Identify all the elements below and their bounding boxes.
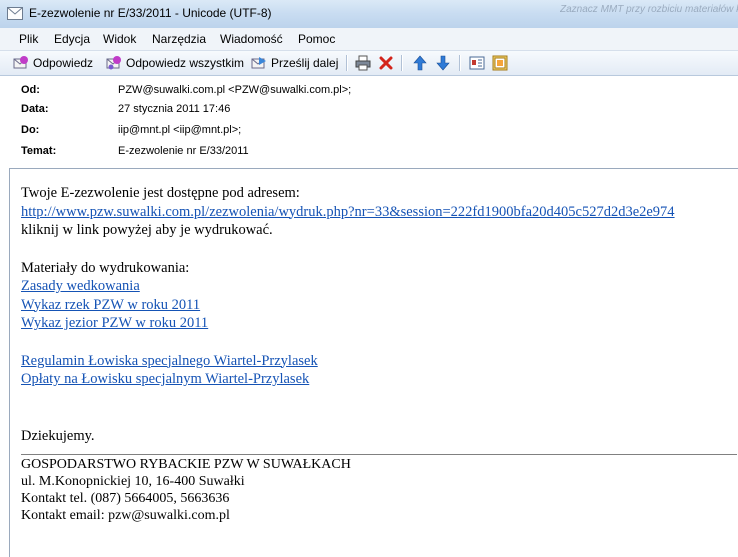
- intro-text: Twoje E-zezwolenie jest dostępne pod adr…: [21, 185, 300, 201]
- menu-message[interactable]: Wiadomość: [220, 32, 283, 46]
- menu-file[interactable]: Plik: [19, 32, 38, 46]
- forward-label: Prześlij dalej: [271, 56, 339, 70]
- address-book-icon[interactable]: [469, 55, 485, 71]
- subject-label: Temat:: [21, 145, 57, 157]
- encoding-icon[interactable]: [492, 55, 508, 71]
- signature-block: GOSPODARSTWO RYBACKIE PZW W SUWAŁKACH ul…: [21, 454, 737, 524]
- next-message-icon[interactable]: [435, 55, 451, 71]
- message-body: Twoje E-zezwolenie jest dostępne pod adr…: [21, 184, 737, 524]
- subject-value: E-zezwolenie nr E/33/2011: [118, 145, 249, 157]
- date-label: Data:: [21, 103, 49, 115]
- menu-bar: Plik Edycja Widok Narzędzia Wiadomość Po…: [0, 28, 738, 51]
- instruction-text: kliknij w link powyżej aby je wydrukować…: [21, 222, 273, 238]
- reply-all-button[interactable]: Odpowiedz wszystkim: [106, 54, 244, 72]
- reply-all-label: Odpowiedz wszystkim: [126, 56, 245, 70]
- link-special-fishery-regulations[interactable]: Regulamin Łowiska specjalnego Wiartel-Pr…: [21, 352, 736, 371]
- window-title: E-zezwolenie nr E/33/2011 - Unicode (UTF…: [29, 6, 272, 20]
- toolbar-separator: [459, 55, 461, 71]
- forward-button[interactable]: Prześlij dalej: [251, 54, 338, 72]
- reply-icon: [13, 56, 28, 69]
- permit-link[interactable]: http://www.pzw.suwalki.com.pl/zezwolenia…: [21, 203, 736, 222]
- materials-heading: Materiały do wydrukowania:: [21, 259, 190, 276]
- from-label: Od:: [21, 84, 40, 96]
- signature-line: ul. M.Konopnickiej 10, 16-400 Suwałki: [21, 474, 245, 489]
- reply-label: Odpowiedz: [33, 56, 94, 70]
- menu-tools[interactable]: Narzędzia: [152, 32, 206, 46]
- title-bar: E-zezwolenie nr E/33/2011 - Unicode (UTF…: [0, 0, 738, 29]
- signature-line: GOSPODARSTWO RYBACKIE PZW W SUWAŁKACH: [21, 457, 351, 472]
- menu-view[interactable]: Widok: [103, 32, 136, 46]
- to-label: Do:: [21, 124, 40, 136]
- menu-help[interactable]: Pomoc: [298, 32, 335, 46]
- to-value[interactable]: iip@mnt.pl <iip@mnt.pl>;: [118, 124, 241, 136]
- toolbar-separator: [401, 55, 403, 71]
- link-rivers-list[interactable]: Wykaz rzek PZW w roku 2011: [21, 296, 736, 315]
- from-value[interactable]: PZW@suwalki.com.pl <PZW@suwalki.com.pl>;: [118, 84, 351, 96]
- message-headers: Od: PZW@suwalki.com.pl <PZW@suwalki.com.…: [0, 76, 738, 164]
- delete-icon[interactable]: [378, 55, 394, 71]
- background-window-title: Zaznacz MMT przy rozbiciu materiałów kon…: [560, 4, 738, 15]
- envelope-icon: [7, 7, 23, 20]
- print-icon[interactable]: [355, 55, 371, 71]
- thanks-text: Dziekujemy.: [21, 427, 95, 444]
- reply-all-icon: [106, 56, 121, 70]
- signature-line: Kontakt tel. (087) 5664005, 5663636: [21, 491, 230, 506]
- link-lakes-list[interactable]: Wykaz jezior PZW w roku 2011: [21, 314, 736, 333]
- link-fishing-rules[interactable]: Zasady wedkowania: [21, 277, 736, 296]
- reply-button[interactable]: Odpowiedz: [13, 54, 93, 72]
- previous-message-icon[interactable]: [412, 55, 428, 71]
- message-body-pane[interactable]: Twoje E-zezwolenie jest dostępne pod adr…: [9, 168, 738, 557]
- menu-edit[interactable]: Edycja: [54, 32, 90, 46]
- signature-line: Kontakt email: pzw@suwalki.com.pl: [21, 508, 230, 523]
- link-special-fishery-fees[interactable]: Opłaty na Łowisku specjalnym Wiartel-Prz…: [21, 370, 736, 389]
- toolbar-separator: [346, 55, 348, 71]
- forward-icon: [251, 57, 266, 69]
- date-value: 27 stycznia 2011 17:46: [118, 103, 231, 115]
- toolbar: Odpowiedz Odpowiedz wszystkim Prześlij d…: [0, 51, 738, 76]
